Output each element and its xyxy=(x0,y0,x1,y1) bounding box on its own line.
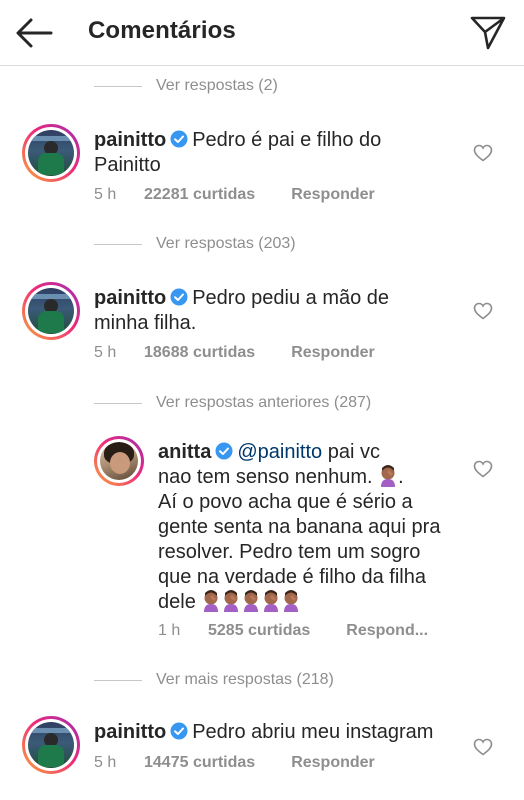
view-replies-link[interactable]: Ver respostas (203) xyxy=(94,232,296,256)
comment-username[interactable]: painitto xyxy=(94,129,166,151)
replies-divider-line xyxy=(94,85,142,87)
verified-badge-icon xyxy=(170,722,188,740)
comment-meta: 5 h 18688 curtidas Responder xyxy=(94,344,375,362)
facepalm-emoji-icon xyxy=(381,465,396,487)
comment-text: painitto Pedro é pai e filho do Painitto xyxy=(94,129,382,176)
comment-text: painitto Pedro abriu meu instagram xyxy=(94,721,434,743)
replies-divider-line xyxy=(94,679,142,681)
replies-divider-line xyxy=(94,243,142,245)
header-bar: Comentários xyxy=(0,0,524,66)
avatar-image xyxy=(100,442,138,480)
view-replies-label: Ver respostas (2) xyxy=(156,77,278,94)
likes-count[interactable]: 22281 curtidas xyxy=(144,186,255,204)
facepalm-emoji-icon xyxy=(264,590,279,612)
reply-button[interactable]: Responder xyxy=(291,186,375,204)
paper-plane-icon xyxy=(470,16,506,50)
page-title: Comentários xyxy=(88,17,236,44)
view-replies-link[interactable]: Ver respostas (2) xyxy=(94,74,278,98)
verified-badge-icon xyxy=(215,442,233,460)
reply-button[interactable]: Respond... xyxy=(346,622,428,640)
arrow-left-icon xyxy=(16,18,53,48)
avatar-image xyxy=(28,722,74,768)
comment-username[interactable]: painitto xyxy=(94,721,166,743)
avatar[interactable] xyxy=(94,436,144,486)
comment-time: 5 h xyxy=(94,344,117,361)
avatar[interactable] xyxy=(22,282,80,340)
facepalm-emoji-icon xyxy=(204,590,219,612)
likes-count[interactable]: 18688 curtidas xyxy=(144,344,255,362)
likes-count[interactable]: 5285 curtidas xyxy=(208,622,310,640)
verified-badge-icon xyxy=(170,288,188,306)
facepalm-emoji-icon xyxy=(284,590,299,612)
facepalm-emoji-icon xyxy=(224,590,239,612)
avatar[interactable] xyxy=(22,124,80,182)
heart-icon[interactable] xyxy=(473,144,493,162)
comment-meta: 5 h 22281 curtidas Responder xyxy=(94,186,375,204)
reply-button[interactable]: Responder xyxy=(291,754,375,772)
reply-button[interactable]: Responder xyxy=(291,344,375,362)
comment-text: anitta @painitto pai vc nao tem senso nen… xyxy=(158,441,441,613)
back-button[interactable] xyxy=(14,14,54,52)
heart-icon[interactable] xyxy=(473,302,493,320)
comment-time: 1 h xyxy=(158,622,181,639)
comment-username[interactable]: anitta xyxy=(158,441,211,463)
comment-time: 5 h xyxy=(94,186,117,203)
avatar[interactable] xyxy=(22,716,80,774)
facepalm-emoji-icon xyxy=(244,590,259,612)
comment-username[interactable]: painitto xyxy=(94,287,166,309)
heart-icon[interactable] xyxy=(473,460,493,478)
view-replies-label: Ver mais respostas (218) xyxy=(156,671,334,688)
view-replies-label: Ver respostas anteriores (287) xyxy=(156,394,372,411)
comment-meta: 1 h 5285 curtidas Respond... xyxy=(158,622,428,640)
likes-count[interactable]: 14475 curtidas xyxy=(144,754,255,772)
share-button[interactable] xyxy=(466,12,510,54)
heart-icon[interactable] xyxy=(473,738,493,756)
mention-link[interactable]: @painitto xyxy=(237,441,322,463)
comment-meta: 5 h 14475 curtidas Responder xyxy=(94,754,375,772)
verified-badge-icon xyxy=(170,130,188,148)
comment-time: 5 h xyxy=(94,754,117,771)
avatar-image xyxy=(28,288,74,334)
replies-divider-line xyxy=(94,402,142,404)
avatar-image xyxy=(28,130,74,176)
comment-text: painitto Pedro pediu a mão de minha filha… xyxy=(94,287,390,334)
view-replies-link[interactable]: Ver mais respostas (218) xyxy=(94,668,334,692)
view-replies-label: Ver respostas (203) xyxy=(156,235,296,252)
view-replies-link[interactable]: Ver respostas anteriores (287) xyxy=(94,391,371,415)
